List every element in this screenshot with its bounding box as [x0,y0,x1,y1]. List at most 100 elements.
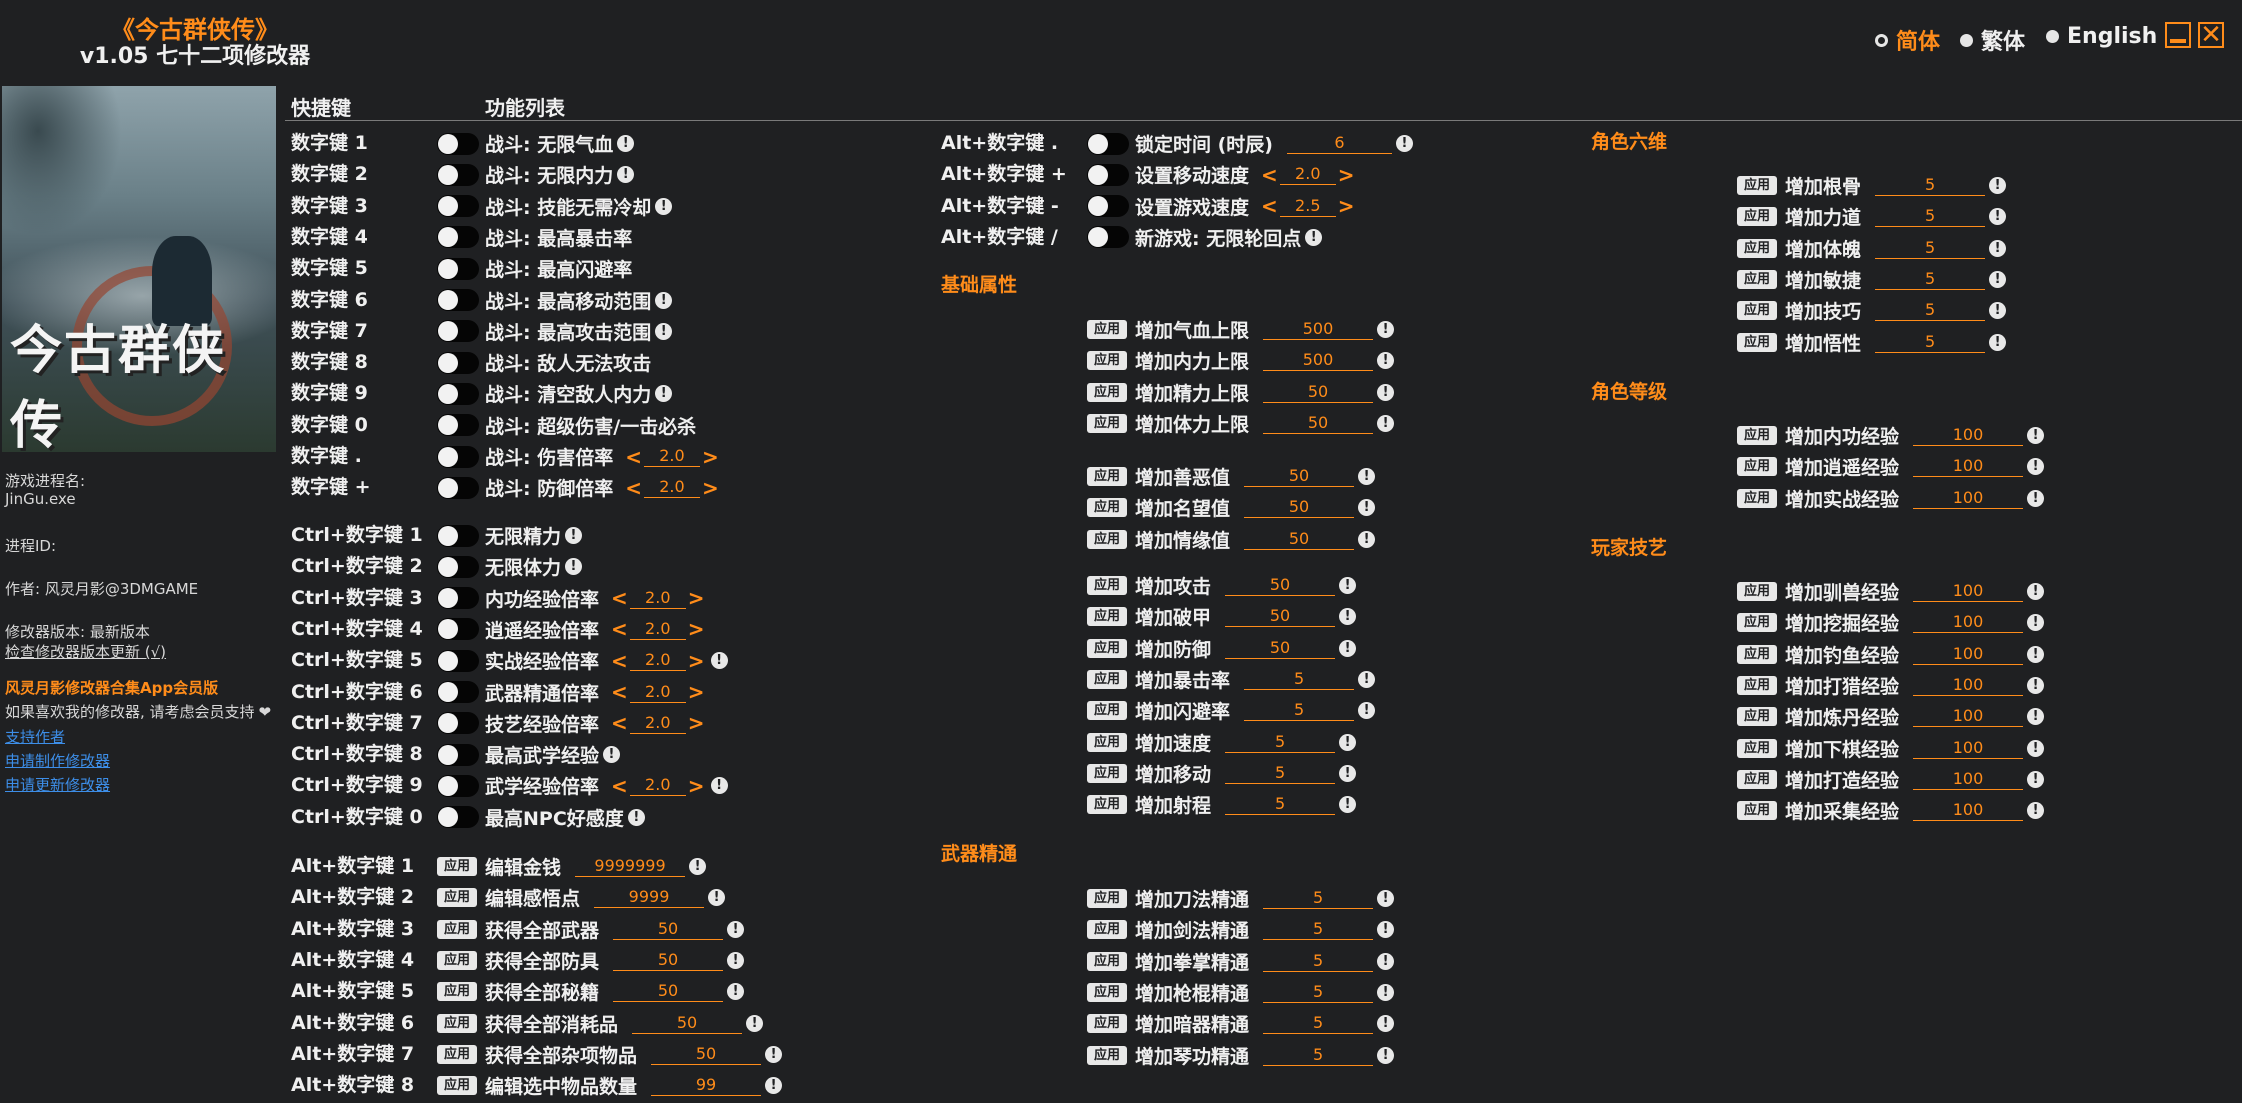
info-icon[interactable]: ! [1358,468,1376,485]
apply-button[interactable]: 应用 [1087,889,1128,908]
close-button[interactable]: ✕ [2198,20,2224,50]
toggle-switch[interactable] [437,555,479,578]
value-input[interactable]: 50 [1263,413,1374,434]
decrease-arrow-icon[interactable]: < [611,680,628,704]
value-input[interactable]: 5 [1225,732,1336,753]
toggle-switch[interactable] [437,163,479,186]
value-input[interactable]: 6 [1286,133,1392,154]
info-icon[interactable]: ! [1377,321,1395,338]
info-icon[interactable]: ! [2027,739,2045,757]
info-icon[interactable]: ! [1989,208,2007,226]
info-icon[interactable]: ! [1989,333,2007,351]
value-input[interactable]: 500 [1263,319,1374,340]
info-icon[interactable]: ! [1358,499,1376,517]
info-icon[interactable]: ! [2027,676,2045,694]
apply-button[interactable]: 应用 [1087,529,1128,549]
apply-button[interactable]: 应用 [1737,238,1778,258]
info-icon[interactable]: ! [2027,802,2045,820]
toggle-switch[interactable] [437,445,479,468]
info-icon[interactable]: ! [1377,983,1395,1001]
info-icon[interactable]: ! [727,951,745,969]
decrease-arrow-icon[interactable]: < [611,774,628,798]
value-input[interactable]: 100 [1913,488,2024,509]
info-icon[interactable]: ! [1339,639,1357,657]
increase-arrow-icon[interactable]: > [688,711,705,735]
value-input[interactable]: 5 [1875,332,1986,353]
info-icon[interactable]: ! [1377,383,1395,401]
info-icon[interactable]: ! [627,808,645,826]
info-icon[interactable]: ! [1377,921,1395,939]
info-icon[interactable]: ! [708,889,726,907]
apply-button[interactable]: 应用 [1737,488,1778,508]
stepper-value[interactable]: 2.5 [1279,196,1336,217]
toggle-switch[interactable] [437,289,479,311]
apply-button[interactable]: 应用 [1087,498,1128,518]
increase-arrow-icon[interactable]: > [1338,163,1355,187]
apply-button[interactable]: 应用 [1087,951,1128,971]
apply-button[interactable]: 应用 [1737,801,1778,821]
info-icon[interactable]: ! [2027,427,2045,444]
info-icon[interactable]: ! [1339,796,1357,814]
value-input[interactable]: 9999999 [575,856,686,877]
info-icon[interactable]: ! [765,1077,783,1095]
decrease-arrow-icon[interactable]: < [611,711,628,735]
info-icon[interactable]: ! [603,746,621,764]
toggle-switch[interactable] [1087,163,1129,186]
value-input[interactable]: 5 [1875,300,1986,322]
info-icon[interactable]: ! [1339,733,1357,751]
value-input[interactable]: 100 [1913,675,2024,696]
apply-button[interactable]: 应用 [1737,738,1778,758]
radio-icon[interactable] [2046,30,2059,43]
sidebar-link-0[interactable]: 支持作者 [5,726,65,747]
info-icon[interactable]: ! [727,920,745,938]
apply-button[interactable]: 应用 [1737,707,1778,727]
info-icon[interactable]: ! [617,166,635,184]
check-update-link[interactable]: 检查修改器版本更新 (√) [5,641,166,662]
toggle-switch[interactable] [437,351,479,374]
value-input[interactable]: 50 [632,1013,743,1034]
apply-button[interactable]: 应用 [1737,644,1778,664]
value-input[interactable]: 100 [1913,644,2024,665]
stepper-value[interactable]: 2.0 [1279,164,1336,186]
value-input[interactable]: 5 [1263,1045,1374,1066]
value-input[interactable]: 5 [1875,238,1986,259]
info-icon[interactable]: ! [2027,489,2045,507]
info-icon[interactable]: ! [2027,708,2045,726]
info-icon[interactable]: ! [1339,764,1357,782]
value-input[interactable]: 5 [1263,982,1374,1003]
info-icon[interactable]: ! [565,527,583,544]
apply-button[interactable]: 应用 [1737,332,1778,352]
apply-button[interactable]: 应用 [437,950,478,970]
info-icon[interactable]: ! [2027,770,2045,788]
toggle-switch[interactable] [437,774,479,797]
toggle-switch[interactable] [437,681,479,703]
info-icon[interactable]: ! [1377,414,1395,432]
value-input[interactable]: 99 [651,1075,762,1097]
apply-button[interactable]: 应用 [1087,638,1128,658]
value-input[interactable]: 100 [1913,769,2024,790]
toggle-switch[interactable] [437,226,479,249]
decrease-arrow-icon[interactable]: < [1261,163,1278,187]
stepper-value[interactable]: 2.0 [629,650,686,672]
apply-button[interactable]: 应用 [1087,1045,1128,1065]
apply-button[interactable]: 应用 [1737,613,1778,633]
increase-arrow-icon[interactable]: > [702,445,719,469]
stepper-value[interactable]: 2.0 [629,682,686,703]
value-input[interactable]: 5 [1263,1013,1374,1035]
radio-icon[interactable] [1960,33,1973,47]
stepper-value[interactable]: 2.0 [629,713,686,734]
value-input[interactable]: 100 [1913,456,2024,478]
info-icon[interactable]: ! [2027,583,2045,600]
apply-button[interactable]: 应用 [1087,732,1128,752]
apply-button[interactable]: 应用 [1737,176,1778,195]
increase-arrow-icon[interactable]: > [688,586,705,610]
toggle-switch[interactable] [437,743,479,766]
toggle-switch[interactable] [437,649,479,672]
apply-button[interactable]: 应用 [1087,982,1128,1002]
toggle-switch[interactable] [437,132,479,155]
info-icon[interactable]: ! [727,983,745,1001]
value-input[interactable]: 100 [1913,612,2024,634]
value-input[interactable]: 100 [1913,581,2024,602]
value-input[interactable]: 50 [613,919,724,940]
apply-button[interactable]: 应用 [1087,669,1128,689]
